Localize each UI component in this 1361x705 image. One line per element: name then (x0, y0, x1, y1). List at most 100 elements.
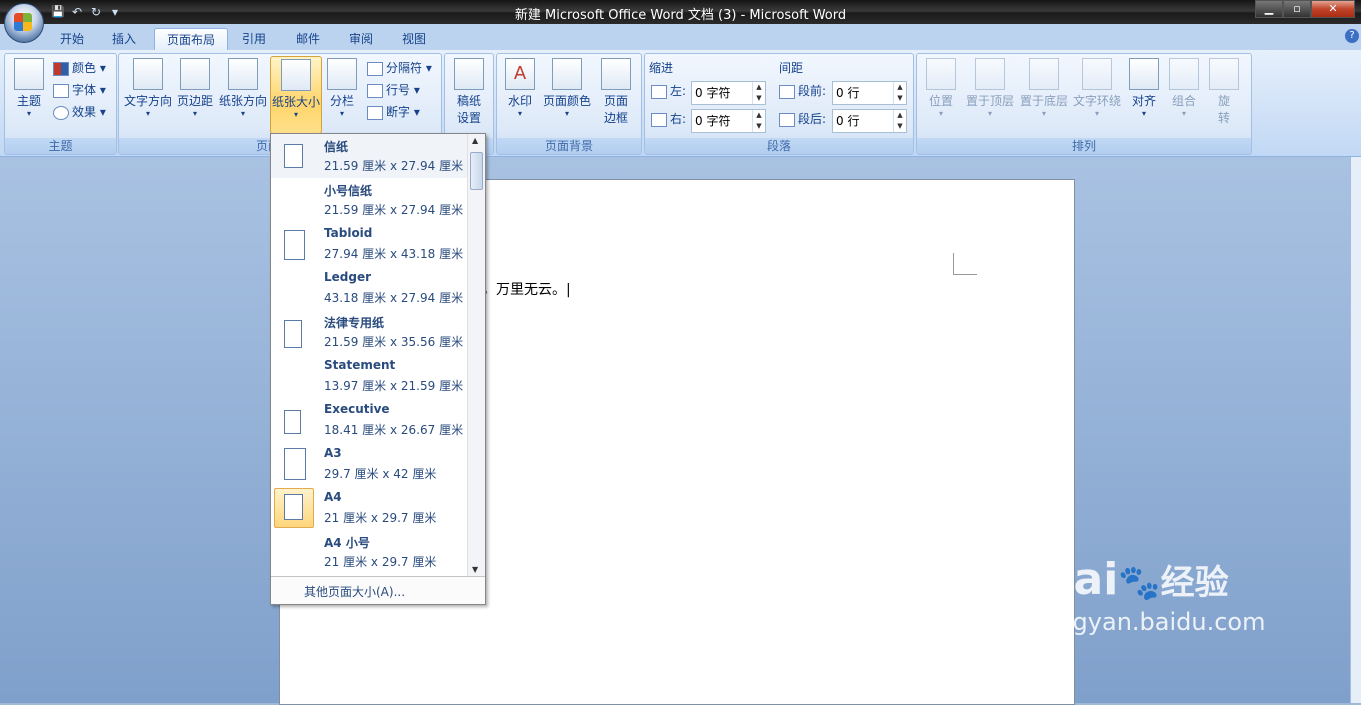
page-icon (284, 144, 303, 168)
line-numbers-icon (367, 83, 383, 98)
paper-size-item-selected[interactable]: A4 21 厘米 x 29.7 厘米 (271, 486, 467, 530)
fonts-label: 字体 (72, 83, 97, 97)
page-borders-button[interactable]: 页面 边框 (597, 56, 635, 126)
spacing-before-spinner-icon[interactable]: ▲ ▼ (893, 82, 906, 104)
fonts-button[interactable]: 字体 ▾ (53, 80, 106, 100)
indent-left-spinner-icon[interactable]: ▲ ▼ (752, 82, 765, 104)
paper-size-name: Ledger (324, 270, 372, 284)
paper-size-item[interactable]: A4 小号 21 厘米 x 29.7 厘米 (271, 530, 467, 574)
rotate-button[interactable]: 旋 转 (1207, 56, 1241, 126)
maximize-button[interactable]: ▫ (1283, 0, 1311, 18)
tab-view[interactable]: 视图 (390, 28, 438, 50)
customize-qat-icon[interactable]: ▾ (107, 4, 123, 20)
more-paper-sizes-label: 其他页面大小(A)... (304, 585, 406, 599)
page-color-button[interactable]: 页面颜色 ▾ (541, 56, 593, 118)
paper-size-name: Statement (324, 358, 396, 372)
redo-icon[interactable]: ↻ (88, 4, 104, 20)
close-button[interactable]: ✕ (1311, 0, 1355, 18)
orientation-icon (228, 58, 258, 90)
paper-size-name: Executive (324, 402, 390, 416)
watermark-icon: A (505, 58, 535, 90)
indent-right-text: 右: (670, 112, 687, 126)
paper-size-item[interactable]: 法律专用纸 21.59 厘米 x 35.56 厘米 (271, 310, 467, 354)
scroll-down-icon[interactable]: ▼ (472, 565, 478, 574)
effects-button[interactable]: 效果 ▾ (53, 102, 106, 122)
tab-insert[interactable]: 插入 (100, 28, 148, 50)
colors-button[interactable]: 颜色 ▾ (53, 58, 106, 78)
spacing-after-text: 段后: (798, 112, 827, 126)
align-button[interactable]: 对齐 ▾ (1127, 56, 1161, 118)
paper-size-item[interactable]: Tabloid 27.94 厘米 x 43.18 厘米 (271, 222, 467, 266)
scroll-up-icon[interactable]: ▲ (472, 136, 478, 145)
watermark-button[interactable]: A 水印 ▾ (503, 56, 537, 118)
hyphenation-icon (367, 105, 383, 120)
spacing-after-spinner-icon[interactable]: ▲ ▼ (893, 110, 906, 132)
draft-setup-button[interactable]: 稿纸 设置 (449, 56, 489, 126)
indent-left-icon (651, 84, 667, 99)
size-icon (281, 59, 311, 91)
rotate-icon (1209, 58, 1239, 90)
vertical-scrollbar[interactable] (1350, 157, 1361, 703)
fonts-icon (53, 83, 69, 98)
arrange-group-label: 排列 (917, 138, 1251, 154)
paper-size-item[interactable]: Statement 13.97 厘米 x 21.59 厘米 (271, 354, 467, 398)
draft-setup-icon (454, 58, 484, 90)
spacing-before-input[interactable]: 0 行 ▲ ▼ (832, 81, 907, 105)
spacing-after-input[interactable]: 0 行 ▲ ▼ (832, 109, 907, 133)
paper-size-item[interactable]: Executive 18.41 厘米 x 26.67 厘米 (271, 398, 467, 442)
text-wrap-button[interactable]: 文字环绕 ▾ (1071, 56, 1123, 118)
position-label: 位置 (928, 94, 953, 108)
indent-right-input[interactable]: 0 字符 ▲ ▼ (691, 109, 766, 133)
tab-home[interactable]: 开始 (48, 28, 96, 50)
send-back-button[interactable]: 置于底层 ▾ (1017, 56, 1071, 118)
orientation-button[interactable]: 纸张方向 ▾ (217, 56, 269, 118)
tab-review[interactable]: 审阅 (337, 28, 385, 50)
undo-icon[interactable]: ↶ (69, 4, 85, 20)
position-button[interactable]: 位置 ▾ (921, 56, 961, 118)
office-button[interactable] (4, 3, 44, 43)
spacing-after-icon (779, 112, 795, 127)
paper-size-item[interactable]: Ledger 43.18 厘米 x 27.94 厘米 (271, 266, 467, 310)
hyphenation-button[interactable]: 断字 ▾ (367, 102, 420, 122)
tab-page-layout[interactable]: 页面布局 (154, 28, 229, 51)
paper-size-dims: 21 厘米 x 29.7 厘米 (324, 511, 437, 525)
columns-button[interactable]: 分栏 ▾ (325, 56, 359, 118)
size-button[interactable]: 纸张大小 ▾ (270, 56, 322, 134)
group-button[interactable]: 组合 ▾ (1167, 56, 1201, 118)
margins-label: 页边距 (176, 94, 213, 108)
bring-front-label: 置于顶层 (965, 94, 1014, 108)
text-direction-label: 文字方向 (123, 94, 172, 108)
margins-button[interactable]: 页边距 ▾ (175, 56, 215, 118)
breaks-icon (367, 61, 383, 76)
breaks-button[interactable]: 分隔符 ▾ (367, 58, 432, 78)
minimize-button[interactable]: ▁ (1255, 0, 1283, 18)
colors-icon (53, 61, 69, 76)
more-paper-sizes-button[interactable]: 其他页面大小(A)... (271, 576, 485, 604)
tab-mailings[interactable]: 邮件 (284, 28, 332, 50)
bring-front-button[interactable]: 置于顶层 ▾ (963, 56, 1017, 118)
send-back-label: 置于底层 (1019, 94, 1068, 108)
dropdown-scrollbar[interactable]: ▲ ▼ (467, 134, 485, 576)
columns-icon (327, 58, 357, 90)
watermark-brand2: 经验 (1160, 563, 1229, 603)
group-icon (1169, 58, 1199, 90)
themes-group-label: 主题 (5, 138, 116, 154)
paper-size-item[interactable]: A3 29.7 厘米 x 42 厘米 (271, 442, 467, 486)
rotate-label-1: 旋 (1217, 94, 1230, 108)
themes-button[interactable]: 主题 ▾ (9, 56, 49, 118)
indent-left-input[interactable]: 0 字符 ▲ ▼ (691, 81, 766, 105)
watermark-brand: Bai (1040, 554, 1119, 605)
baidu-watermark: Bai🐾经验 jingyan.baidu.com (1040, 554, 1266, 637)
paper-size-item[interactable]: 小号信纸 21.59 厘米 x 27.94 厘米 (271, 178, 467, 222)
tab-references[interactable]: 引用 (230, 28, 278, 50)
line-numbers-button[interactable]: 行号 ▾ (367, 80, 420, 100)
text-direction-button[interactable]: 文字方向 ▾ (121, 56, 175, 118)
paper-size-item[interactable]: 信纸 21.59 厘米 x 27.94 厘米 (271, 134, 467, 178)
scroll-thumb[interactable] (470, 152, 483, 190)
save-icon[interactable]: 💾 (50, 4, 66, 20)
indent-right-spinner-icon[interactable]: ▲ ▼ (752, 110, 765, 132)
group-label: 组合 (1171, 94, 1196, 108)
help-icon[interactable]: ? (1345, 29, 1359, 43)
themes-icon (14, 58, 44, 90)
draft-setup-label-1: 稿纸 (456, 94, 481, 108)
